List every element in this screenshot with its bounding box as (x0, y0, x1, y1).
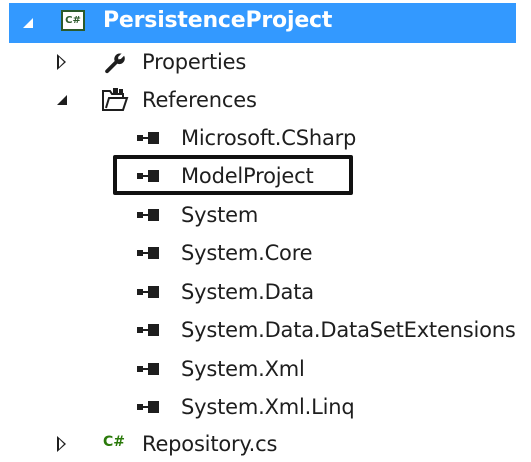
csharp-file-icon: C# (103, 434, 126, 450)
references-folder-icon (102, 88, 129, 111)
reference-label: Microsoft.CSharp (181, 126, 357, 150)
solution-explorer-tree: C# PersistenceProject Properties Referen… (0, 0, 531, 460)
reference-label: System.Xml (181, 357, 305, 381)
expanded-arrow-icon[interactable] (55, 93, 69, 107)
tree-item-persistence-project[interactable]: C# PersistenceProject (9, 3, 516, 43)
reference-label: System.Core (181, 241, 313, 265)
repository-label: Repository.cs (142, 432, 278, 456)
highlight-box (113, 155, 353, 195)
tree-item-reference[interactable]: System.Xml (0, 350, 531, 388)
reference-label: System (181, 203, 259, 227)
csproj-icon-text: C# (65, 15, 81, 26)
reference-icon (137, 363, 173, 375)
collapsed-arrow-icon[interactable] (57, 436, 66, 452)
expanded-arrow-icon[interactable] (21, 16, 35, 30)
properties-label: Properties (142, 50, 247, 74)
reference-icon (137, 132, 173, 144)
collapsed-arrow-icon[interactable] (57, 54, 66, 70)
wrench-icon (105, 53, 125, 74)
tree-item-properties[interactable]: Properties (0, 43, 531, 81)
tree-item-reference[interactable]: System (0, 196, 531, 234)
tree-item-reference[interactable]: System.Xml.Linq (0, 388, 531, 426)
reference-icon (137, 401, 173, 413)
tree-item-repository-cs[interactable]: C# Repository.cs (0, 424, 531, 462)
tree-item-references[interactable]: References (0, 81, 531, 119)
reference-icon (137, 324, 173, 336)
references-label: References (142, 88, 257, 112)
reference-icon (137, 209, 173, 221)
csharp-project-icon: C# (61, 10, 85, 31)
reference-label: System.Xml.Linq (181, 395, 355, 419)
tree-item-reference[interactable]: System.Core (0, 234, 531, 272)
reference-label: System.Data.DataSetExtensions (181, 318, 516, 342)
tree-item-reference[interactable]: Microsoft.CSharp (0, 119, 531, 157)
tree-item-reference[interactable]: System.Data (0, 273, 531, 311)
reference-icon (137, 247, 173, 259)
reference-icon (137, 286, 173, 298)
tree-item-reference[interactable]: System.Data.DataSetExtensions (0, 311, 531, 349)
project-label: PersistenceProject (103, 8, 333, 33)
reference-label: System.Data (181, 280, 314, 304)
